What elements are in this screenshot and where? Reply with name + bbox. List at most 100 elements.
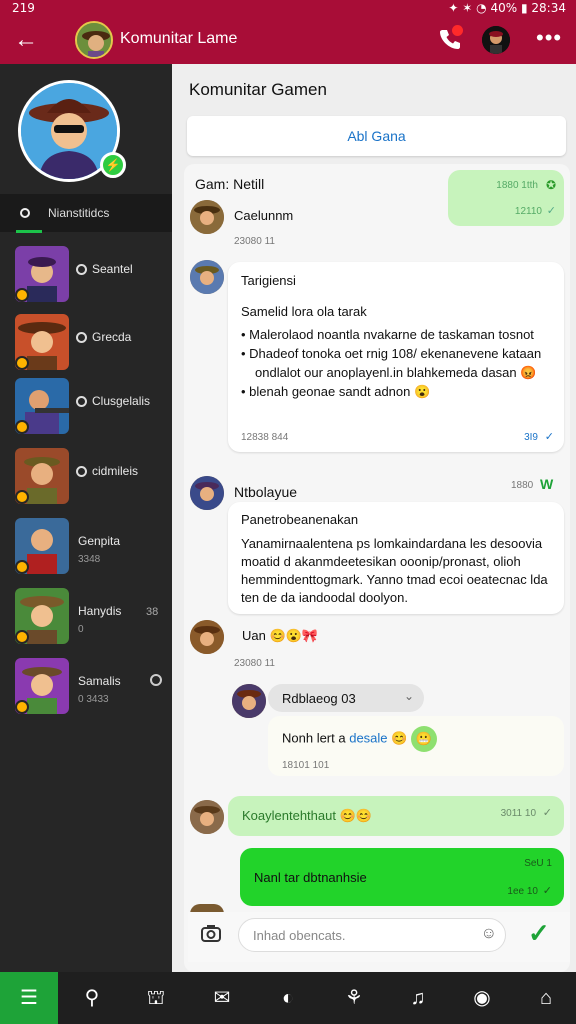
nav-shield-icon[interactable]: ◐ — [256, 972, 320, 1024]
sidebar-item-label: cidmileis — [92, 464, 139, 478]
emoji-icon: 😮 — [414, 384, 431, 399]
outgoing-bubble[interactable]: 1880 1tth ✪ 12110 ✓ — [448, 170, 564, 226]
message-panel: Gam: Netill 1880 1tth ✪ 12110 ✓ Caelunnm… — [184, 164, 570, 972]
battery-icon: ▮ — [520, 1, 528, 15]
sidebar-item-label: Hanydis — [78, 604, 122, 618]
message-heading: Panetrobeanenakan — [241, 512, 359, 527]
nav-search-icon[interactable]: ⚲ — [60, 972, 124, 1024]
nav-chat-icon[interactable]: ☰ — [0, 972, 58, 1024]
message-time: 1880 — [511, 480, 534, 491]
status-dot-icon — [76, 332, 87, 343]
rank-badge-icon — [15, 560, 29, 574]
online-badge-icon: ⚡ — [100, 152, 126, 178]
outgoing-bubble[interactable]: Nanl tar dbtnanhsie SeU 1 1ee 10 ✓ — [240, 848, 564, 906]
sidebar-item[interactable]: Clusgelalis — [0, 378, 172, 438]
bullet-item: • Malerolaod noantla nvakarne de taskama… — [241, 327, 534, 342]
sidebar-item[interactable]: Seantel — [0, 246, 172, 306]
check-icon: ✓ — [542, 807, 552, 819]
grin-emoji-icon: 😬 — [410, 726, 437, 752]
sender-name: Tarigiensi — [241, 273, 296, 288]
status-ring-icon — [150, 674, 162, 686]
sender-name: Ntbolayue — [234, 484, 298, 500]
message-input[interactable] — [253, 919, 481, 951]
nav-home-icon[interactable]: ⌂ — [514, 972, 576, 1024]
back-arrow-icon[interactable]: ← — [14, 26, 38, 54]
emoji-picker-icon[interactable]: ☺ — [481, 925, 497, 943]
nav-game-icon[interactable]: ⚘ — [322, 972, 386, 1024]
message-bubble[interactable]: Tarigiensi Samelid lora ola tarak • Male… — [228, 262, 564, 452]
sidebar-item-label: Genpita — [78, 534, 121, 548]
message-time: 3011 10 — [500, 808, 536, 819]
app-title: Komunitar Lame — [120, 30, 238, 47]
nav-music-icon[interactable]: ♫ — [386, 972, 450, 1024]
read-check-icon: ✓ — [544, 431, 554, 443]
status-icons: ✦ ✶ ◔ 40% ▮ 28:34 — [448, 1, 566, 15]
radio-icon — [20, 208, 30, 218]
message-time: 1ee 10 — [507, 886, 538, 897]
nav-mail-icon[interactable]: ✉ — [190, 972, 254, 1024]
group-label: Gam: Netill — [195, 176, 265, 192]
sidebar-item-label: Samalis — [78, 674, 121, 688]
message-text: Nonh lert a desale 😊 😬 — [282, 726, 437, 752]
message-time: 18101 101 — [282, 760, 330, 771]
message-body: Yanamirnaalentena ps lomkaindardana les … — [241, 536, 548, 605]
add-game-button[interactable]: Abl Gana — [187, 116, 566, 156]
avatar[interactable] — [190, 476, 224, 510]
status-dot-icon — [76, 264, 87, 275]
message-text: Nanl tar dbtnanhsie — [254, 870, 367, 885]
call-badge — [452, 25, 463, 36]
rank-badge-icon — [15, 630, 29, 644]
status-clock: 28:34 — [531, 1, 566, 15]
more-options-icon[interactable]: ••• — [536, 26, 562, 50]
camera-icon[interactable] — [200, 922, 222, 949]
message-time: 1880 1tth — [496, 180, 538, 191]
sidebar-item-label: Grecda — [92, 330, 132, 344]
send-check-icon[interactable]: ✓ — [528, 918, 550, 949]
sidebar-item-sub: 3348 — [78, 554, 101, 565]
check-icon: ✓ — [546, 205, 556, 217]
section-label: Nianstitidcs — [48, 206, 110, 220]
profile-avatar[interactable] — [482, 26, 510, 54]
sidebar-item[interactable]: cidmileis — [0, 448, 172, 508]
reply-tag[interactable]: Rdblaeog 03 ⌄ — [268, 684, 424, 712]
check-icon: ✓ — [542, 885, 552, 897]
rank-badge-icon — [15, 356, 29, 370]
active-underline — [16, 230, 42, 233]
member-name: Caelunnm — [234, 208, 294, 223]
reply-tag-label: Rdblaeog 03 — [282, 691, 356, 706]
bullet-item: • Dhadeof tonoka oet rnig 108/ ekenaneve… — [241, 346, 542, 361]
app-bar: ← Komunitar Lame ••• — [0, 18, 576, 64]
battery-level: 40% — [490, 1, 518, 15]
sidebar-item-label: Clusgelalis — [92, 394, 151, 408]
avatar[interactable] — [190, 620, 224, 654]
bullet-item: • blenah geonae sandt adnon 😮 — [241, 384, 431, 399]
message-bubble[interactable]: Nonh lert a desale 😊 😬 18101 101 — [268, 716, 564, 776]
sidebar-item[interactable]: Hanydis 0 38 — [0, 588, 172, 648]
avatar[interactable] — [190, 800, 224, 834]
sidebar-item[interactable]: Grecda — [0, 314, 172, 374]
reply-text: Uan 😊😮🎀 — [242, 628, 319, 643]
nav-message-icon[interactable]: ◉ — [450, 972, 514, 1024]
sidebar-item[interactable]: Samalis 0 3433 — [0, 658, 172, 718]
nav-store-icon[interactable]: ⛫ — [124, 972, 188, 1024]
message-heading: Samelid lora ola tarak — [241, 304, 367, 319]
rank-badge-icon — [15, 700, 29, 714]
status-bar: 219 ✦ ✶ ◔ 40% ▮ 28:34 — [0, 0, 576, 18]
bottom-navigation: ☰ ⚲ ⛫ ✉ ◐ ⚘ ♫ ◉ ⌂ — [0, 972, 576, 1024]
message-link: desale — [349, 730, 388, 746]
message-text: Koaylentehthaut 😊😊 — [242, 808, 372, 823]
message-bubble[interactable]: Panetrobeanenakan Yanamirnaalentena ps l… — [228, 502, 564, 614]
game-controller-icon: ✪ — [545, 178, 556, 192]
avatar[interactable] — [190, 260, 224, 294]
avatar[interactable] — [232, 684, 266, 718]
status-dot-icon — [76, 396, 87, 407]
angry-emoji-icon: 😡 — [520, 365, 537, 380]
sidebar-item[interactable]: Genpita 3348 — [0, 518, 172, 578]
status-dot-icon — [76, 466, 87, 477]
avatar[interactable] — [190, 200, 224, 234]
double-check-icon: W — [540, 476, 554, 492]
emoji-icon: 😊 — [391, 730, 408, 746]
header-avatar[interactable] — [75, 21, 113, 59]
message-bubble[interactable]: Koaylentehthaut 😊😊 3011 10 ✓ — [228, 796, 564, 836]
sidebar-section-tab[interactable]: Nianstitidcs — [0, 194, 172, 233]
